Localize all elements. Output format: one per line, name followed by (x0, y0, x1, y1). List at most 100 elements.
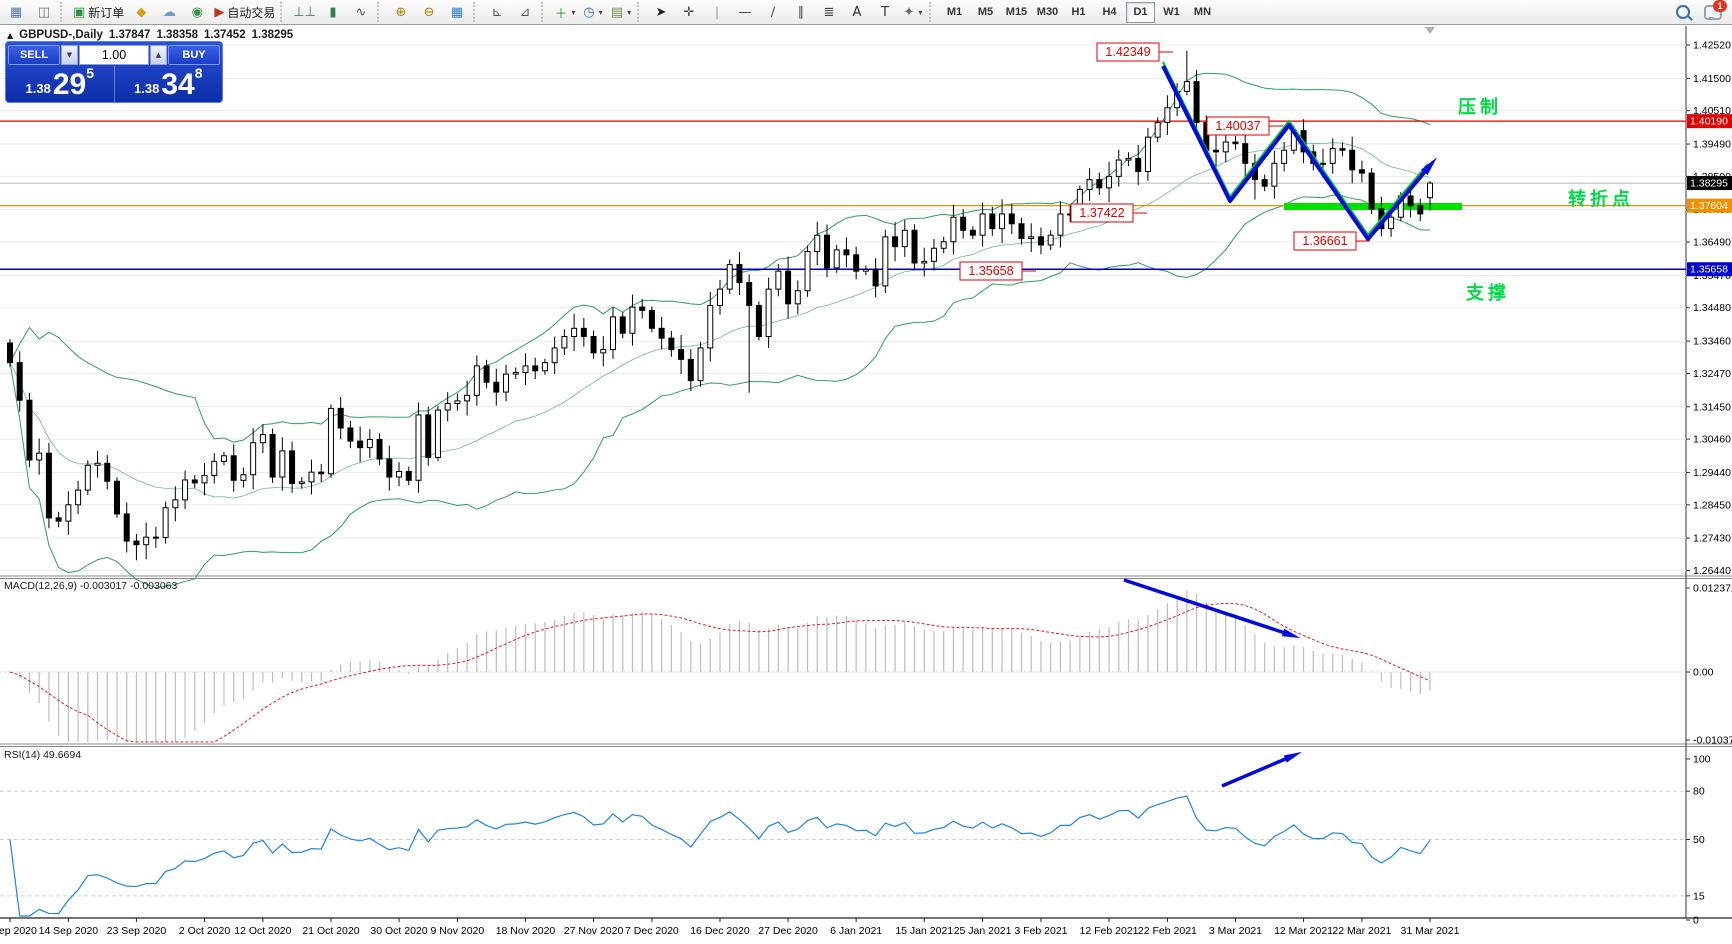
crosshair-icon[interactable]: ✛ (675, 1, 703, 23)
svg-text:12 Feb 2021: 12 Feb 2021 (1080, 925, 1139, 937)
svg-text:4 Sep 2020: 4 Sep 2020 (0, 925, 37, 937)
shapes-icon[interactable]: ✦▾ (899, 1, 927, 23)
svg-text:1.37604: 1.37604 (1690, 200, 1728, 212)
toolbar-separator (473, 2, 481, 22)
toolbar-separator (60, 2, 68, 22)
indicators-add-icon[interactable]: ＋▾ (551, 1, 579, 23)
svg-text:100: 100 (1693, 754, 1711, 766)
svg-text:2 Oct 2020: 2 Oct 2020 (179, 925, 231, 937)
autotrading-icon: ▶ (214, 5, 224, 20)
auto-arrange-icon[interactable]: ⊾ (483, 1, 511, 23)
svg-text:1.41500: 1.41500 (1693, 73, 1731, 85)
horizontal-line-icon[interactable]: — (731, 1, 759, 23)
toolbar-separator (377, 2, 385, 22)
svg-text:0: 0 (1693, 915, 1699, 927)
support-label[interactable]: 支撑 (1465, 282, 1510, 303)
buy-price-small: 1.38 (134, 79, 159, 99)
timeframe-m15[interactable]: M15 (1002, 2, 1031, 23)
search-icon[interactable] (1676, 5, 1690, 19)
indicators-add-icon: ＋ (554, 3, 567, 22)
templates-icon[interactable]: ▤▾ (607, 1, 635, 23)
resistance-label[interactable]: 压制 (1458, 97, 1502, 117)
svg-text:1.35658: 1.35658 (968, 264, 1013, 278)
chart-shift-icon: ⊿ (520, 5, 531, 20)
buy-price-sup: 8 (195, 68, 203, 78)
sell-price-small: 1.38 (26, 79, 51, 99)
channel-icon: ∥ (798, 5, 805, 20)
zoom-out-icon[interactable]: ⊖ (415, 1, 443, 23)
timeframe-m5[interactable]: M5 (971, 2, 1000, 23)
svg-text:1.34480: 1.34480 (1693, 302, 1731, 314)
zoom-in-icon[interactable]: ⊕ (387, 1, 415, 23)
chevron-down-icon: ▾ (571, 8, 575, 17)
svg-text:31 Mar 2021: 31 Mar 2021 (1401, 925, 1460, 937)
metaeditor-icon: ◆ (136, 5, 146, 20)
notifications-icon[interactable]: 1 (1704, 5, 1722, 20)
vertical-line-icon[interactable]: ｜ (703, 1, 731, 23)
sell-price-big: 29 (53, 71, 86, 99)
timeframe-w1[interactable]: W1 (1157, 2, 1186, 23)
quote-low: 1.37452 (204, 29, 246, 41)
quote-close: 1.38295 (252, 29, 294, 41)
macd-label: MACD(12,26,9) -0.003017 -0.003063 (4, 580, 177, 592)
timeframe-h4[interactable]: H4 (1095, 2, 1124, 23)
line-chart-icon[interactable]: ∿ (347, 1, 375, 23)
bar-chart-icon[interactable]: ⊥⊥ (290, 1, 319, 23)
svg-text:16 Dec 2020: 16 Dec 2020 (690, 925, 750, 937)
cloud-icon[interactable]: ☁ (155, 1, 183, 23)
turning-point-label[interactable]: 转折点 (1568, 188, 1634, 209)
print-preview-icon[interactable]: ◫ (30, 1, 58, 23)
volume-decrease-button[interactable]: ▼ (61, 45, 78, 65)
timeframe-m1[interactable]: M1 (940, 2, 969, 23)
chart-shift-icon[interactable]: ⊿ (511, 1, 539, 23)
svg-text:1.40037: 1.40037 (1215, 119, 1260, 133)
periods-clock-icon[interactable]: ◷▾ (579, 1, 607, 23)
cloud-icon: ☁ (163, 5, 176, 20)
svg-text:1.38295: 1.38295 (1690, 178, 1728, 190)
cursor-icon[interactable]: ➤ (647, 1, 675, 23)
svg-text:22 Mar 2021: 22 Mar 2021 (1332, 925, 1391, 937)
timeframe-h1[interactable]: H1 (1064, 2, 1093, 23)
fibonacci-icon: ≣ (824, 5, 835, 20)
svg-text:1.42349: 1.42349 (1105, 45, 1150, 59)
channel-icon[interactable]: ∥ (787, 1, 815, 23)
svg-text:0.00: 0.00 (1693, 667, 1714, 679)
text-icon: A (853, 5, 862, 20)
metaeditor-icon[interactable]: ◆ (127, 1, 155, 23)
svg-text:1.29440: 1.29440 (1693, 467, 1731, 479)
svg-text:30 Oct 2020: 30 Oct 2020 (370, 925, 427, 937)
buy-button[interactable]: BUY (168, 45, 220, 65)
svg-text:12 Mar 2021: 12 Mar 2021 (1274, 925, 1333, 937)
new-order-icon[interactable]: ▣新订单 (70, 1, 127, 23)
autotrading-icon[interactable]: ▶自动交易 (211, 1, 278, 23)
svg-text:1.31450: 1.31450 (1693, 401, 1731, 413)
timeframe-m30[interactable]: M30 (1033, 2, 1062, 23)
volume-input[interactable]: 1.00 (79, 45, 149, 65)
text-icon[interactable]: A (843, 1, 871, 23)
fibonacci-icon[interactable]: ≣ (815, 1, 843, 23)
signals-icon[interactable]: ◉ (183, 1, 211, 23)
shapes-icon: ✦ (904, 5, 915, 20)
sell-price[interactable]: 1.38 29 5 (6, 66, 115, 102)
candlestick-chart-icon[interactable]: ▮ (319, 1, 347, 23)
symbol-period: GBPUSD-,Daily (19, 29, 103, 41)
timeframe-d1[interactable]: D1 (1126, 2, 1155, 23)
trendline-icon[interactable]: ∕ (759, 1, 787, 23)
signals-icon: ◉ (192, 5, 203, 20)
timeframe-mn[interactable]: MN (1188, 2, 1217, 23)
text-label-icon[interactable]: T (871, 1, 899, 23)
new-order-icon-label: 新订单 (88, 4, 124, 21)
buy-price[interactable]: 1.38 34 8 (115, 66, 223, 102)
sell-button[interactable]: SELL (8, 45, 60, 65)
toolbar-separator (280, 2, 288, 22)
tile-windows-icon[interactable]: ▦ (443, 1, 471, 23)
autotrading-icon-label: 自动交易 (227, 4, 275, 21)
chart-window-icon[interactable]: ▦ (2, 1, 30, 23)
volume-increase-button[interactable]: ▲ (150, 45, 167, 65)
svg-text:21 Oct 2020: 21 Oct 2020 (302, 925, 359, 937)
svg-text:1.33460: 1.33460 (1693, 336, 1731, 348)
svg-text:1.35658: 1.35658 (1690, 264, 1728, 276)
symbol-triangle-icon: ▲ (7, 31, 13, 40)
chart-area[interactable]: 1.423491.400371.374221.366611.35658压制转折点… (0, 25, 1732, 944)
svg-text:1.37422: 1.37422 (1079, 206, 1124, 220)
